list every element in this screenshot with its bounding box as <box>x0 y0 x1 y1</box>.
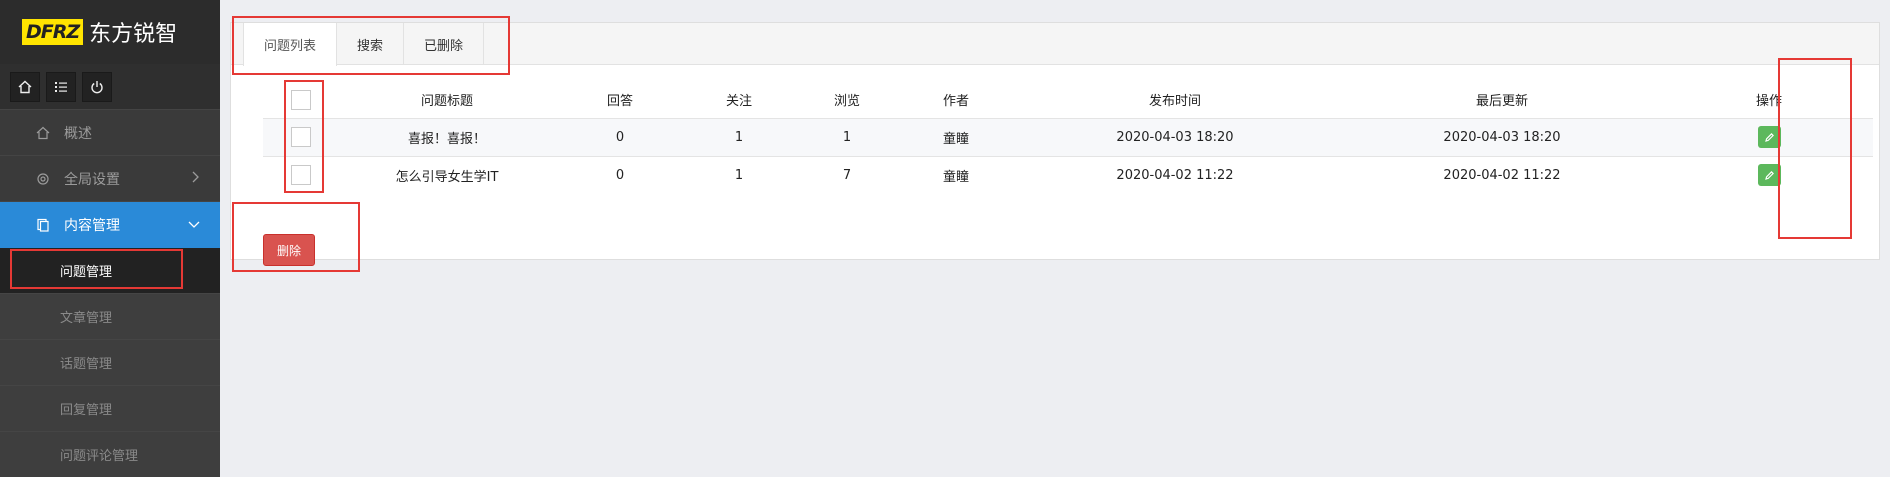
header-answers: 回答 <box>606 94 633 110</box>
header-published: 发布时间 <box>1148 94 1201 110</box>
header-follows: 关注 <box>725 94 752 110</box>
list-icon <box>55 81 67 92</box>
author: 童瞳 <box>901 155 1011 194</box>
answer-count: 0 <box>555 117 685 156</box>
list-button[interactable] <box>46 71 76 102</box>
table-header: 问题标题 回答 关注 浏览 作者 发布时间 最后更新 操作 <box>263 82 1873 118</box>
power-button[interactable] <box>82 71 112 102</box>
view-count: 1 <box>793 117 901 156</box>
table-row: 怎么引导女生学IT 0 1 7 童瞳 2020-04-02 11:22 2020… <box>263 155 1873 194</box>
home-button[interactable] <box>10 71 40 102</box>
chevron-right-icon <box>192 171 200 187</box>
nav-item-settings[interactable]: 全局设置 <box>0 156 220 202</box>
sidebar-item-comment-management[interactable]: 问题评论管理 <box>0 432 220 477</box>
author: 童瞳 <box>901 117 1011 156</box>
header-title: 问题标题 <box>420 94 473 110</box>
view-count: 7 <box>793 155 901 194</box>
header-views: 浏览 <box>833 94 860 110</box>
follow-count: 1 <box>685 117 793 156</box>
power-icon <box>91 80 103 93</box>
logo[interactable]: DFRZ 东方锐智 <box>0 0 220 64</box>
nav-item-label: 全局设置 <box>64 171 120 188</box>
quick-toolbar <box>0 64 220 110</box>
nav-item-label: 概述 <box>64 125 92 142</box>
pencil-icon <box>1764 132 1774 142</box>
sidebar-item-reply-management[interactable]: 回复管理 <box>0 386 220 432</box>
home-icon <box>18 80 32 93</box>
header-updated: 最后更新 <box>1475 94 1528 110</box>
published-time: 2020-04-02 11:22 <box>1011 155 1339 194</box>
nav-item-label: 内容管理 <box>64 218 120 234</box>
home-outline-icon <box>36 126 50 140</box>
sidebar-item-topic-management[interactable]: 话题管理 <box>0 340 220 386</box>
sidebar: DFRZ 东方锐智 概述 全局设置 内容管理 问题管理 文章管理 话题管理 回复… <box>0 0 220 477</box>
nav-item-overview[interactable]: 概述 <box>0 110 220 156</box>
question-title[interactable]: 喜报！喜报！ <box>339 117 555 156</box>
follow-count: 1 <box>685 155 793 194</box>
pencil-icon <box>1764 170 1774 180</box>
published-time: 2020-04-03 18:20 <box>1011 117 1339 156</box>
sidebar-item-article-management[interactable]: 文章管理 <box>0 294 220 340</box>
annotation-box-checkboxes <box>284 80 324 193</box>
nav-item-content[interactable]: 内容管理 <box>0 202 220 248</box>
logo-badge: DFRZ <box>22 19 84 45</box>
chevron-down-icon <box>188 217 200 233</box>
annotation-box-tabs <box>232 16 510 75</box>
header-author: 作者 <box>942 94 969 110</box>
annotation-box-delete <box>232 202 360 272</box>
updated-time: 2020-04-03 18:20 <box>1339 117 1665 156</box>
updated-time: 2020-04-02 11:22 <box>1339 155 1665 194</box>
document-icon <box>36 218 50 232</box>
question-title[interactable]: 怎么引导女生学IT <box>339 155 555 194</box>
question-table: 问题标题 回答 关注 浏览 作者 发布时间 最后更新 操作 喜报！喜报！ 0 1… <box>263 82 1873 194</box>
annotation-box-question-menu <box>10 249 183 289</box>
answer-count: 0 <box>555 155 685 194</box>
brand-name: 东方锐智 <box>89 22 178 47</box>
gear-icon <box>36 172 50 186</box>
table-row: 喜报！喜报！ 0 1 1 童瞳 2020-04-03 18:20 2020-04… <box>263 117 1873 156</box>
annotation-box-actions <box>1778 58 1852 239</box>
